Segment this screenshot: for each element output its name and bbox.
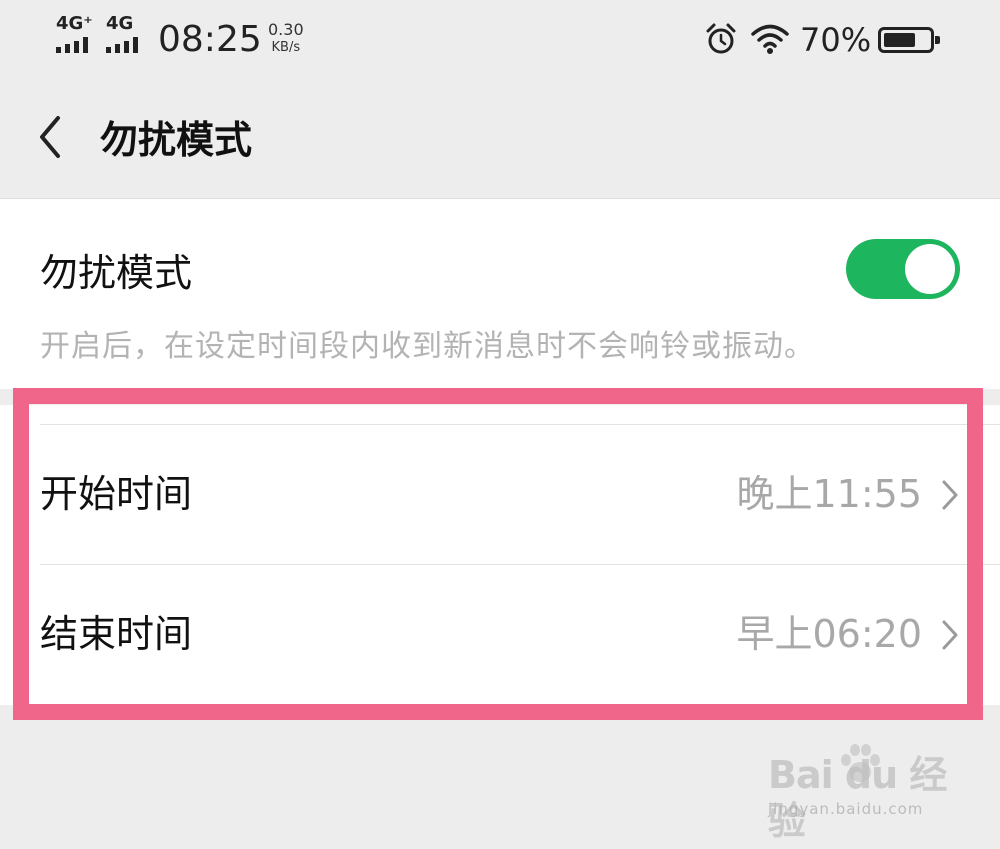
status-bar: 4G⁺ 4G 08:25 0.30 KB/s 70% [0, 0, 1000, 82]
wifi-icon [751, 24, 789, 54]
battery-tip [935, 36, 940, 44]
nav-bar: 勿扰模式 [0, 82, 1000, 198]
dnd-toggle-switch[interactable] [846, 239, 960, 299]
network-speed: 0.30 KB/s [268, 21, 304, 57]
dnd-card: 勿扰模式 开启后，在设定时间段内收到新消息时不会响铃或振动。 [0, 198, 1000, 389]
network-type-label: 4G⁺ [56, 13, 93, 34]
status-clock: 08:25 [158, 19, 262, 60]
alarm-icon [706, 23, 736, 54]
network-type-label: 4G [106, 13, 134, 34]
back-arrow-icon[interactable] [32, 112, 72, 162]
battery-icon [878, 27, 940, 53]
network-speed-unit: KB/s [271, 40, 301, 55]
signal-icon [56, 37, 88, 53]
network-speed-value: 0.30 [268, 20, 304, 39]
toggle-knob [905, 244, 955, 294]
dnd-toggle-label: 勿扰模式 [40, 251, 193, 295]
watermark-url: jingyan.baidu.com [768, 800, 924, 818]
highlight-annotation-box [13, 388, 983, 720]
watermark-logo-text: Bai du 经验 [768, 753, 947, 843]
baidu-jingyan-watermark: Bai du 经验 jingyan.baidu.com [760, 740, 950, 843]
dnd-description: 开启后，在设定时间段内收到新消息时不会响铃或振动。 [40, 329, 815, 364]
battery-fill [884, 33, 915, 47]
battery-percent: 70% [800, 21, 872, 59]
page-title: 勿扰模式 [100, 118, 253, 162]
signal-icon [106, 37, 138, 53]
